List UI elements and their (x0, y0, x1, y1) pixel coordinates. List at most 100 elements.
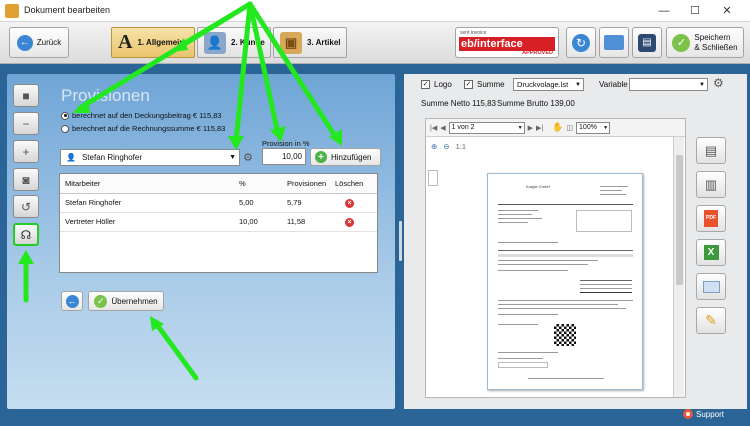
support-link[interactable]: Support (683, 409, 724, 419)
radio-indicator-checked[interactable] (61, 111, 69, 120)
ebinterface-approved: APPROVED (522, 50, 553, 56)
sidebar-history-button[interactable]: ↺ (13, 195, 39, 218)
plus-icon: + (22, 144, 30, 159)
back-button[interactable]: ← Zurück (9, 27, 69, 58)
checkmark-icon: ✓ (94, 294, 108, 308)
folder-icon (604, 35, 624, 50)
summe-checkbox[interactable]: ✓ Summe (464, 80, 505, 89)
save-button[interactable]: ▤ (632, 27, 662, 58)
close-button[interactable]: ✕ (718, 2, 736, 20)
tab-artikel-label: 3. Artikel (307, 38, 341, 47)
delete-icon[interactable]: × (345, 217, 354, 227)
page-input[interactable]: 1 von 2 ▼ (448, 121, 525, 134)
sidebar-cube-button[interactable]: ■ (13, 84, 39, 107)
logo-checkbox[interactable]: ✓ Logo (421, 80, 452, 89)
ebinterface-small-text: sent invoice (460, 30, 487, 36)
next-page-icon[interactable]: ▶ (528, 124, 533, 132)
prev-page-icon[interactable]: ◀ (440, 124, 445, 132)
back-small-button[interactable]: ← (61, 291, 83, 311)
first-page-icon[interactable]: |◀ (430, 124, 437, 132)
box-icon: ▣ (280, 31, 302, 54)
save-close-button[interactable]: ✓ Speichern & Schließen (666, 27, 744, 58)
apply-button[interactable]: ✓ Übernehmen (88, 291, 164, 311)
apply-button-label: Übernehmen (111, 296, 158, 306)
radio-indicator[interactable] (61, 124, 69, 133)
radio-deckungsbeitrag[interactable]: berechnet auf den Deckungsbeitrag € 115,… (61, 111, 222, 120)
table-header-row: Mitarbeiter % Provisionen Löschen (60, 174, 377, 194)
email-button[interactable] (696, 273, 726, 300)
employee-select[interactable]: 👤 Stefan Ringhofer ▼ (60, 149, 240, 166)
customer-icon: 👤 (204, 31, 226, 54)
edit-button[interactable]: ✎ (696, 307, 726, 334)
table-row[interactable]: Stefan Ringhofer 5,00 5,79 × (60, 193, 377, 213)
zoom-box-icon[interactable]: ◫ (566, 124, 573, 132)
sidebar-plus-button[interactable]: + (13, 140, 39, 163)
template-select[interactable]: Druckvolage.lst ▼ (513, 78, 584, 91)
print-multiple-button[interactable]: ▥ (696, 171, 726, 198)
provision-input[interactable]: 10,00 (262, 148, 306, 165)
radio-rechnungssumme[interactable]: berechnet auf die Rechnungssumme € 115,8… (61, 124, 225, 133)
zoom-select[interactable]: 100% ▼ (576, 121, 611, 134)
gear-icon[interactable]: ⚙ (713, 76, 724, 90)
scrollbar-thumb[interactable] (676, 155, 683, 285)
qr-code-icon (554, 324, 576, 346)
arrow-left-icon: ← (16, 34, 33, 51)
summe-check-icon[interactable]: ✓ (464, 80, 473, 89)
thumbnail-toggle[interactable] (428, 170, 438, 186)
logo-check-icon[interactable]: ✓ (421, 80, 430, 89)
tab-allgemein[interactable]: A 1. Allgemein (111, 27, 195, 58)
zoom-in-icon[interactable]: ⊕ (431, 142, 437, 151)
app-icon (5, 4, 19, 18)
delete-icon[interactable]: × (345, 198, 354, 208)
pdf-icon: PDF (704, 210, 718, 227)
gear-icon[interactable]: ⚙ (243, 151, 253, 164)
template-select-value: Druckvolage.lst (517, 80, 569, 89)
excel-button[interactable]: X (696, 239, 726, 266)
open-folder-button[interactable] (599, 27, 629, 58)
printers-icon: ▥ (704, 176, 718, 192)
zoom-out-icon[interactable]: ⊖ (443, 142, 449, 151)
refresh-button[interactable]: ↻ (566, 27, 596, 58)
header-mitarbeiter: Mitarbeiter (60, 174, 234, 194)
refresh-icon: ↻ (572, 33, 590, 52)
cell-amount: 11,58 (282, 212, 330, 232)
minimize-button[interactable]: — (655, 2, 673, 20)
sidebar-minus-button[interactable]: − (13, 112, 39, 135)
tab-allgemein-label: 1. Allgemein (137, 38, 185, 47)
sidebar-headset-button[interactable]: ☊ (13, 223, 39, 246)
table-row[interactable]: Vertreter Höller 10,00 11,58 × (60, 212, 377, 232)
last-page-icon[interactable]: ▶| (536, 124, 543, 132)
variable-select[interactable]: ▼ (629, 78, 708, 91)
chevron-down-icon: ▼ (517, 124, 523, 131)
sidebar-camera-button[interactable]: ◙ (13, 168, 39, 191)
maximize-button[interactable]: ☐ (686, 2, 704, 20)
chevron-down-icon: ▼ (229, 154, 236, 161)
pdf-button[interactable]: PDF (696, 205, 726, 232)
main-toolbar: ← Zurück A 1. Allgemein 👤 2. Kunde ▣ 3. … (0, 22, 750, 64)
header-percent: % (234, 174, 282, 194)
back-label: Zurück (36, 38, 62, 47)
cell-percent: 5,00 (234, 193, 282, 213)
tab-kunde[interactable]: 👤 2. Kunde (197, 27, 271, 58)
printer-icon: ▤ (704, 142, 718, 158)
document-page: Kragle GmbH (487, 173, 643, 390)
print-button[interactable]: ▤ (696, 137, 726, 164)
radio-deckungsbeitrag-label: berechnet auf den Deckungsbeitrag € 115,… (72, 111, 222, 120)
radio-rechnungssumme-label: berechnet auf die Rechnungssumme € 115,8… (72, 124, 226, 133)
ebinterface-button[interactable]: sent invoice eb/interface APPROVED (455, 27, 559, 58)
chevron-down-icon: ▼ (603, 124, 609, 131)
add-button[interactable]: + Hinzufügen (310, 148, 381, 166)
envelope-icon (702, 280, 720, 293)
title-bar: Dokument bearbeiten — ☐ ✕ (0, 0, 750, 22)
tab-artikel[interactable]: ▣ 3. Artikel (273, 27, 347, 58)
page-title: Provisionen (61, 86, 150, 105)
checkmark-icon: ✓ (672, 33, 691, 52)
header-loeschen: Löschen (330, 174, 377, 194)
cube-icon: ■ (22, 88, 30, 103)
zoom-ratio: 1:1 (455, 142, 467, 151)
panel-splitter[interactable] (399, 221, 402, 261)
cell-percent: 10,00 (234, 212, 282, 232)
zoom-controls: ⊕ ⊖ 1:1 (431, 142, 466, 151)
preview-scrollbar[interactable] (673, 137, 684, 397)
hand-tool-icon[interactable]: ✋ (552, 122, 563, 133)
